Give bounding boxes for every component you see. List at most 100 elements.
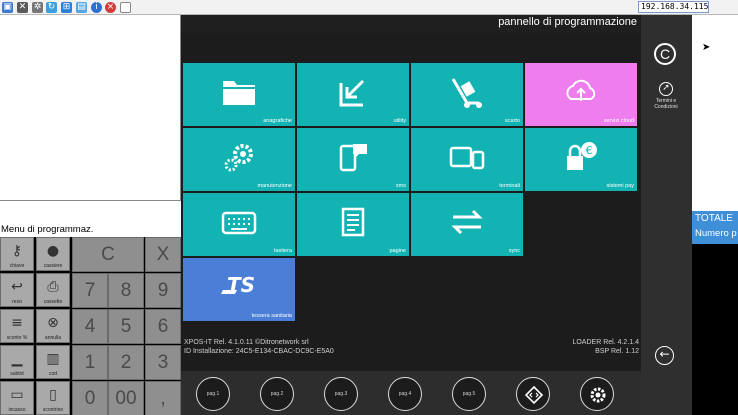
printer-icon: ⎙ xyxy=(47,279,59,295)
panel-header: pannello di programmazione xyxy=(181,15,641,33)
monitor-icon[interactable]: ▣ xyxy=(2,2,13,13)
function-button-3[interactable]: ↩ reso xyxy=(0,273,34,307)
function-button-4[interactable]: ⎙ cassetto xyxy=(36,273,70,307)
tile-scarto[interactable]: scarto xyxy=(411,63,523,126)
tile-tastiera[interactable]: tastiera xyxy=(183,193,295,256)
diamond-button[interactable] xyxy=(516,377,550,411)
import-arrow-icon xyxy=(339,79,365,107)
key-3[interactable]: 3 xyxy=(145,345,181,380)
loader-info: LOADER Rel. 4.2.1.4 BSP Rel. 1.12 xyxy=(572,338,639,356)
key-8[interactable]: 8 xyxy=(108,273,144,308)
key-5[interactable]: 5 xyxy=(108,309,144,344)
menu-label: Menu di programmaz. xyxy=(1,224,94,235)
receipt-display xyxy=(0,15,181,201)
total-display: TOTALE Numero p xyxy=(692,211,738,244)
svg-text:€: € xyxy=(586,144,593,157)
tile-sms[interactable]: sms xyxy=(297,128,409,191)
euro-lock-icon: € xyxy=(567,142,597,170)
bsp-version: BSP Rel. 1.12 xyxy=(595,348,639,355)
key-7[interactable]: 7 xyxy=(72,273,108,308)
key-multiply[interactable]: X xyxy=(145,237,181,272)
function-button-2[interactable]: ● cassiere xyxy=(36,237,70,271)
tile-sistemi-pay[interactable]: € sistemi pay xyxy=(525,128,637,191)
panel-title: pannello di programmazione xyxy=(498,16,637,28)
phone-chat-icon xyxy=(339,144,367,172)
tile-anagrafiche[interactable]: anagrafiche xyxy=(183,63,295,126)
tile-utility[interactable]: utility xyxy=(297,63,409,126)
tile-manutenzione[interactable]: manutenzione xyxy=(183,128,295,191)
close-icon[interactable]: × xyxy=(105,2,116,13)
window-icon[interactable] xyxy=(120,2,131,13)
version-info: XPOS-IT Rel. 4.1.0.11 ©Ditronetwork srl … xyxy=(184,338,334,356)
key-9[interactable]: 9 xyxy=(145,273,181,308)
tile-pagine[interactable]: pagine xyxy=(297,193,409,256)
page-button-2[interactable]: pag.2 xyxy=(260,377,294,411)
key-4[interactable]: 4 xyxy=(72,309,108,344)
function-button-9[interactable]: ▭ incasso xyxy=(0,381,34,415)
back-arrow-icon: ↩ xyxy=(11,279,23,295)
fullscreen-icon[interactable]: ✕ xyxy=(17,2,28,13)
function-button-1[interactable]: ⚷ chiave xyxy=(0,237,34,271)
app-window: ▣ ✕ ✲ ↻ ⊞ ▤ i × 192.168.34.115 Menu di p… xyxy=(0,0,738,415)
refresh-icon[interactable]: ↻ xyxy=(46,2,57,13)
ip-address-field[interactable]: 192.168.34.115 xyxy=(638,1,709,13)
ts-card-icon: TS xyxy=(221,273,255,297)
copyright-button[interactable]: C xyxy=(654,43,676,65)
loader-version: LOADER Rel. 4.2.1.4 xyxy=(572,339,639,346)
pay-icon: ▭ xyxy=(10,387,24,403)
version-line: XPOS-IT Rel. 4.1.0.11 ©Ditronetwork srl xyxy=(184,339,309,346)
keyboard-icon xyxy=(221,211,257,235)
right-sidebar: C ➚ Termini e Condizioni ← xyxy=(641,15,692,415)
key-1[interactable]: 1 xyxy=(72,345,108,380)
function-button-7[interactable]: ▁ subtot xyxy=(0,345,34,379)
key-00[interactable]: 00 xyxy=(108,381,144,415)
page-bar: pag.1 pag.2 pag.3 pag.4 pag.5 xyxy=(181,371,641,415)
settings-gear-icon xyxy=(590,387,606,403)
cancel-icon: ⊗ xyxy=(47,315,59,331)
terms-button[interactable]: ➚ Termini e Condizioni xyxy=(645,82,687,110)
settings-icon[interactable]: ✲ xyxy=(32,2,43,13)
page-button-4[interactable]: pag.4 xyxy=(388,377,422,411)
page-button-1[interactable]: pag.1 xyxy=(196,377,230,411)
function-button-8[interactable]: ▥ cod xyxy=(36,345,70,379)
tile-sync[interactable]: sync xyxy=(411,193,523,256)
compass-icon: ➚ xyxy=(659,82,673,96)
function-button-6[interactable]: ⊗ annulla xyxy=(36,309,70,343)
programming-panel: pannello di programmazione anagrafiche u… xyxy=(181,15,641,415)
key-2[interactable]: 2 xyxy=(108,345,144,380)
panel-icon[interactable]: ▤ xyxy=(76,2,87,13)
discount-icon: ≡ xyxy=(11,315,23,331)
key-6[interactable]: 6 xyxy=(145,309,181,344)
gears-icon xyxy=(224,144,253,172)
menu-area: Menu di programmaz. xyxy=(0,201,181,237)
page-button-5[interactable]: pag.5 xyxy=(452,377,486,411)
windows-icon[interactable]: ⊞ xyxy=(61,2,72,13)
tile-tessera-sanitaria[interactable]: TS tessera sanitaria xyxy=(183,258,295,321)
key-comma[interactable]: , xyxy=(145,381,181,415)
back-button[interactable]: ← xyxy=(655,346,674,365)
secondary-display-lower xyxy=(692,244,738,415)
svg-text:TS: TS xyxy=(227,273,255,297)
top-toolbar: ▣ ✕ ✲ ↻ ⊞ ▤ i × 192.168.34.115 xyxy=(0,0,738,15)
settings-button[interactable] xyxy=(580,377,614,411)
total-subtitle: Numero p xyxy=(695,228,737,239)
function-button-5[interactable]: ≡ sconto % xyxy=(0,309,34,343)
page-button-3[interactable]: pag.3 xyxy=(324,377,358,411)
barcode-icon: ▥ xyxy=(46,351,60,367)
key-clear[interactable]: C xyxy=(72,237,144,272)
pages-icon xyxy=(341,207,365,237)
info-icon[interactable]: i xyxy=(91,2,102,13)
cursor-icon: ➤ xyxy=(702,42,711,53)
tile-terminali[interactable]: terminali xyxy=(411,128,523,191)
install-id: ID Installazione: 24C5-E134-CBAC-DC9C-E5… xyxy=(184,348,334,355)
folder-icon xyxy=(223,81,255,105)
trolley-icon xyxy=(451,78,482,108)
cashier-icon: ● xyxy=(46,243,60,259)
sub-icon: ▁ xyxy=(11,351,23,367)
tile-servizi-cloud[interactable]: servizi cloud xyxy=(525,63,637,126)
terms-label: Termini e Condizioni xyxy=(654,98,678,110)
total-title: TOTALE xyxy=(695,213,733,224)
key-0[interactable]: 0 xyxy=(72,381,108,415)
function-button-10[interactable]: ▯ scontrino xyxy=(36,381,70,415)
key-icon: ⚷ xyxy=(11,243,23,259)
